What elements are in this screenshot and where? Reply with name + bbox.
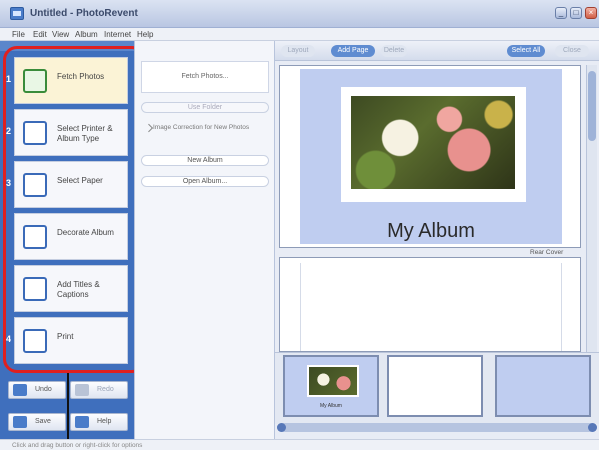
steps-highlight-outline [3, 46, 146, 373]
scroll-right-icon[interactable] [588, 423, 597, 432]
menu-bar: File Edit View Album Internet Help [0, 28, 599, 41]
album-editor: Layout Add Page Delete Select All Close … [275, 41, 599, 441]
vertical-scrollbar[interactable] [586, 65, 597, 352]
scrollbar-thumb[interactable] [588, 71, 596, 141]
status-text: Click and drag button or right-click for… [12, 442, 143, 449]
help-button[interactable]: Help [70, 413, 128, 431]
add-page-button[interactable]: Add Page [331, 45, 375, 57]
task-panel: Fetch Photos... Use Folder Image Correct… [134, 41, 275, 441]
rear-cover-frame [279, 257, 581, 352]
save-icon [13, 416, 27, 428]
album-title[interactable]: My Album [280, 220, 582, 243]
thumbnail-label: My Album [320, 403, 342, 409]
page-thumbnail-strip: My Album [275, 352, 599, 432]
menu-internet[interactable]: Internet [104, 30, 131, 39]
flower-photo[interactable] [351, 96, 515, 189]
layout-button[interactable]: Layout [281, 45, 315, 57]
editor-toolbar: Layout Add Page Delete Select All Close [275, 41, 599, 61]
rear-cover-page[interactable] [300, 263, 562, 351]
delete-button[interactable]: Delete [381, 45, 407, 57]
page-label: Rear Cover [530, 249, 564, 256]
select-all-button[interactable]: Select All [507, 45, 545, 57]
app-icon [10, 7, 24, 20]
open-album-button[interactable]: Open Album... [141, 176, 269, 187]
thumbnail-photo [307, 365, 359, 397]
use-folder-button[interactable]: Use Folder [141, 102, 269, 113]
menu-help[interactable]: Help [137, 30, 153, 39]
album-cover-page[interactable] [300, 69, 562, 244]
album-cover-frame: My Album [279, 65, 581, 248]
photo-card[interactable] [341, 87, 526, 202]
redo-icon [75, 384, 89, 396]
thumbnail-rear-cover[interactable] [495, 355, 591, 417]
menu-file[interactable]: File [12, 30, 25, 39]
maximize-icon[interactable]: □ [570, 7, 582, 19]
menu-edit[interactable]: Edit [33, 30, 47, 39]
menu-album[interactable]: Album [75, 30, 98, 39]
image-correction-note: Image Correction for New Photos [153, 124, 250, 131]
help-icon [75, 416, 89, 428]
new-album-button[interactable]: New Album [141, 155, 269, 166]
save-button[interactable]: Save [8, 413, 66, 431]
menu-view[interactable]: View [52, 30, 69, 39]
title-bar: Untitled - PhotoRevent _ □ × [0, 0, 599, 28]
scroll-left-icon[interactable] [277, 423, 286, 432]
window-title: Untitled - PhotoRevent [30, 8, 138, 19]
close-panel-button[interactable]: Close [555, 45, 589, 57]
status-bar: Click and drag button or right-click for… [0, 439, 599, 450]
horizontal-scrollbar[interactable] [277, 423, 597, 432]
minimize-icon[interactable]: _ [555, 7, 567, 19]
close-icon[interactable]: × [585, 7, 597, 19]
fetch-photos-box[interactable]: Fetch Photos... [141, 61, 269, 93]
undo-icon [13, 384, 27, 396]
checkmark-icon [144, 123, 154, 133]
thumbnail-cover[interactable]: My Album [283, 355, 379, 417]
redo-button[interactable]: Redo [70, 381, 128, 399]
thumbnail-page[interactable] [387, 355, 483, 417]
undo-button[interactable]: Undo [8, 381, 66, 399]
